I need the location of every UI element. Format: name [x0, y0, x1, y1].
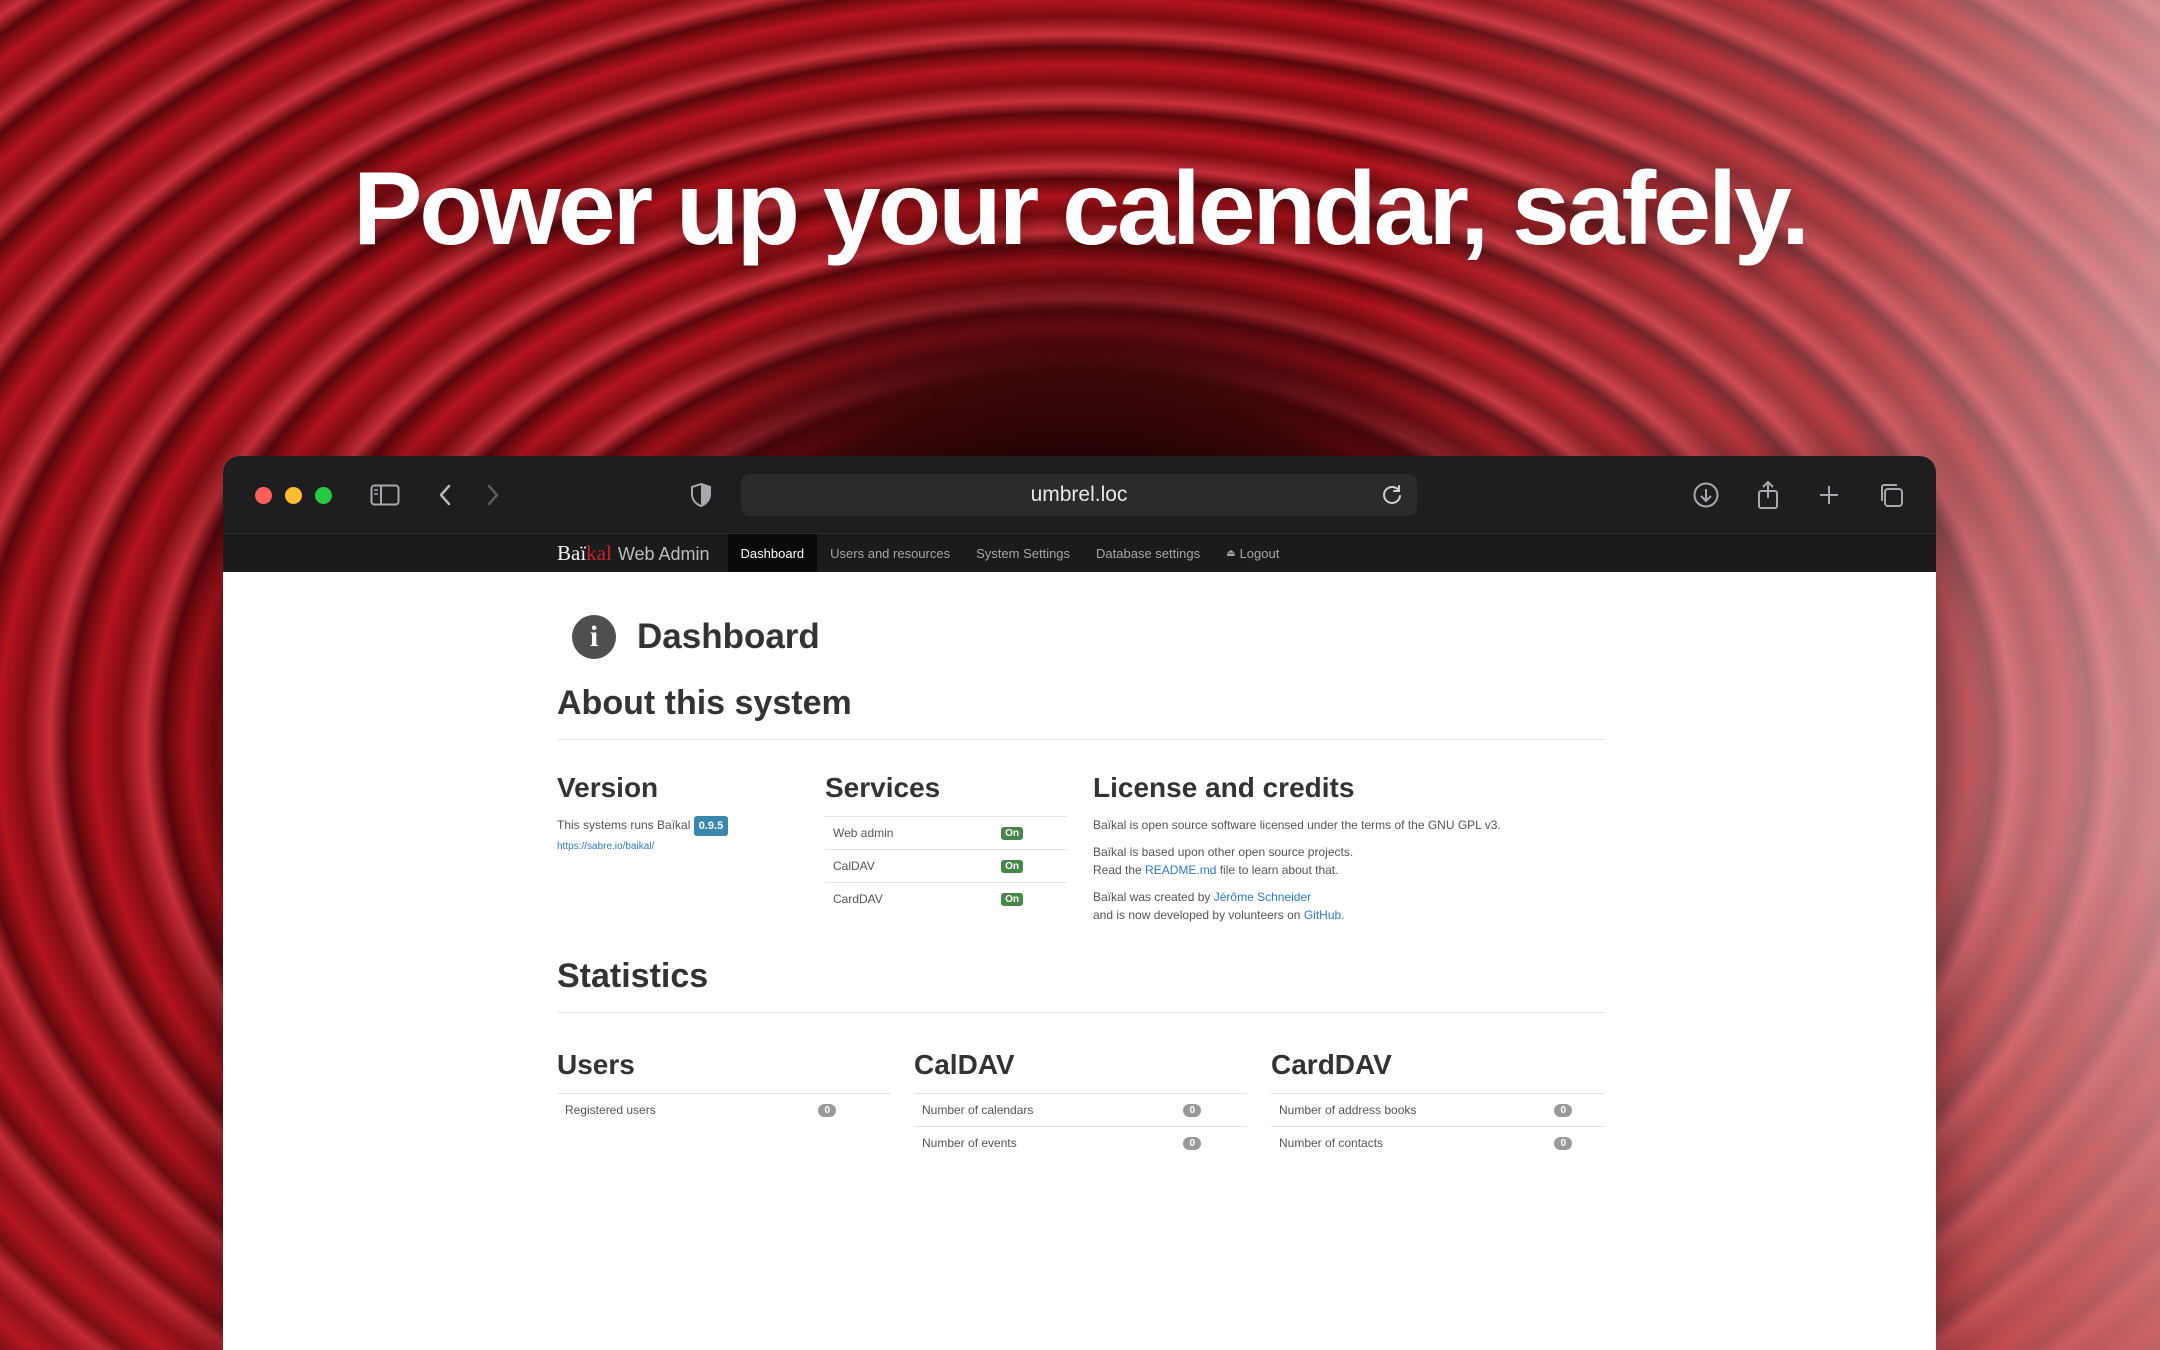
stat-row: Number of events 0 [914, 1126, 1247, 1159]
share-icon[interactable] [1755, 478, 1781, 512]
stat-count-badge: 0 [1554, 1136, 1572, 1150]
eject-icon: ⏏ [1226, 547, 1236, 559]
creator-pre: Baïkal was created by [1093, 890, 1214, 904]
headline: Power up your calendar, safely. [352, 151, 1810, 267]
nav-logout[interactable]: ⏏ Logout [1213, 534, 1292, 572]
stat-label: Number of calendars [922, 1103, 1034, 1117]
new-tab-icon[interactable] [1817, 478, 1841, 512]
stat-count-badge: 0 [1554, 1103, 1572, 1117]
credits: Baïkal was created by Jérôme Schneider a… [1093, 888, 1603, 924]
stat-label: Number of address books [1279, 1103, 1417, 1117]
stat-row: Number of contacts 0 [1271, 1126, 1604, 1159]
carddav-stats: CardDAV Number of address books 0 Number… [1271, 1049, 1604, 1159]
stat-row: Number of calendars 0 [914, 1093, 1247, 1126]
minimize-window-button[interactable] [285, 487, 302, 504]
stat-label: Number of contacts [1279, 1136, 1384, 1150]
about-heading: About this system [557, 684, 1605, 740]
version-section: Version This systems runs Baïkal 0.9.5 h… [557, 772, 825, 933]
service-row: CardDAV On [825, 882, 1067, 915]
about-columns: Version This systems runs Baïkal 0.9.5 h… [557, 772, 1605, 933]
caldav-heading: CalDAV [914, 1049, 1015, 1080]
page-title: Dashboard [637, 617, 820, 656]
service-name: CalDAV [833, 859, 875, 873]
service-status-badge: On [1001, 892, 1023, 906]
nav-dashboard[interactable]: Dashboard [727, 534, 818, 572]
services-heading: Services [825, 772, 941, 803]
close-window-button[interactable] [255, 487, 272, 504]
license-heading: License and credits [1093, 772, 1355, 803]
download-icon[interactable] [1692, 478, 1720, 512]
github-link[interactable]: GitHub [1304, 908, 1341, 922]
shield-icon[interactable] [690, 478, 712, 512]
readme-pre: Read the [1093, 863, 1146, 877]
service-row: Web admin On [825, 816, 1067, 849]
address-bar[interactable]: umbrel.loc [741, 474, 1417, 516]
nav-users-and-resources[interactable]: Users and resources [817, 534, 963, 572]
version-text-line: This systems runs Baïkal 0.9.5 [557, 816, 825, 836]
project-link[interactable]: https://sabre.io/baikal/ [557, 841, 654, 852]
brand-logo[interactable]: Baï kal Web Admin [557, 541, 710, 566]
brand-name-part1: Baï [557, 540, 587, 565]
forward-icon[interactable] [485, 478, 501, 512]
service-row: CalDAV On [825, 849, 1067, 882]
license-projects: Baïkal is based upon other open source p… [1093, 843, 1603, 879]
url-text: umbrel.loc [1030, 483, 1128, 506]
back-icon[interactable] [437, 478, 453, 512]
users-heading: Users [557, 1049, 635, 1080]
version-text: This systems runs Baïkal [557, 818, 691, 832]
stat-count-badge: 0 [1183, 1103, 1201, 1117]
creator-link[interactable]: Jérôme Schneider [1214, 890, 1311, 904]
github-pre: and is now developed by volunteers on [1093, 908, 1304, 922]
service-name: Web admin [833, 826, 894, 840]
browser-window: umbrel.loc Baï kal Web Admin Dashboard Us… [223, 456, 1936, 1350]
dashboard-page: i Dashboard About this system Version Th… [223, 612, 1936, 1159]
nav-system-settings[interactable]: System Settings [963, 534, 1083, 572]
stat-label: Number of events [922, 1136, 1017, 1150]
carddav-heading: CardDAV [1271, 1049, 1392, 1080]
stat-label: Registered users [565, 1103, 656, 1117]
nav-database-settings[interactable]: Database settings [1083, 534, 1213, 572]
brand-name-part2: kal [586, 540, 612, 565]
brand-suffix: Web Admin [617, 543, 710, 564]
service-name: CardDAV [833, 892, 883, 906]
statistics-heading: Statistics [557, 957, 1605, 1013]
service-status-badge: On [1001, 859, 1023, 873]
app-navbar: Baï kal Web Admin Dashboard Users and res… [223, 534, 1936, 572]
tab-overview-icon[interactable] [1877, 478, 1905, 512]
service-status-badge: On [1001, 826, 1023, 840]
readme-post: file to learn about that. [1216, 863, 1339, 877]
license-text: Baïkal is open source software licensed … [1093, 818, 1501, 832]
users-stats: Users Registered users 0 [557, 1049, 890, 1159]
stat-row: Registered users 0 [557, 1093, 890, 1126]
stat-count-badge: 0 [1183, 1136, 1201, 1150]
version-badge: 0.9.5 [693, 816, 729, 836]
caldav-stats: CalDAV Number of calendars 0 Number of e… [914, 1049, 1247, 1159]
zoom-window-button[interactable] [315, 487, 332, 504]
stat-row: Number of address books 0 [1271, 1093, 1604, 1126]
github-post: . [1341, 908, 1345, 922]
nav-logout-label: Logout [1239, 545, 1280, 561]
info-icon: i [572, 615, 616, 659]
sidebar-icon[interactable] [370, 478, 400, 512]
readme-link[interactable]: README.md [1145, 863, 1216, 877]
reload-icon[interactable] [1381, 483, 1405, 513]
statistics-columns: Users Registered users 0 CalDAV Number o… [557, 1049, 1605, 1159]
services-section: Services Web admin On CalDAV On CardDAV … [825, 772, 1067, 933]
license-projects-text: Baïkal is based upon other open source p… [1093, 845, 1354, 859]
browser-toolbar: umbrel.loc [223, 456, 1936, 534]
stat-count-badge: 0 [818, 1103, 836, 1117]
version-heading: Version [557, 772, 659, 803]
license-section: License and credits Baïkal is open sourc… [1093, 772, 1603, 933]
